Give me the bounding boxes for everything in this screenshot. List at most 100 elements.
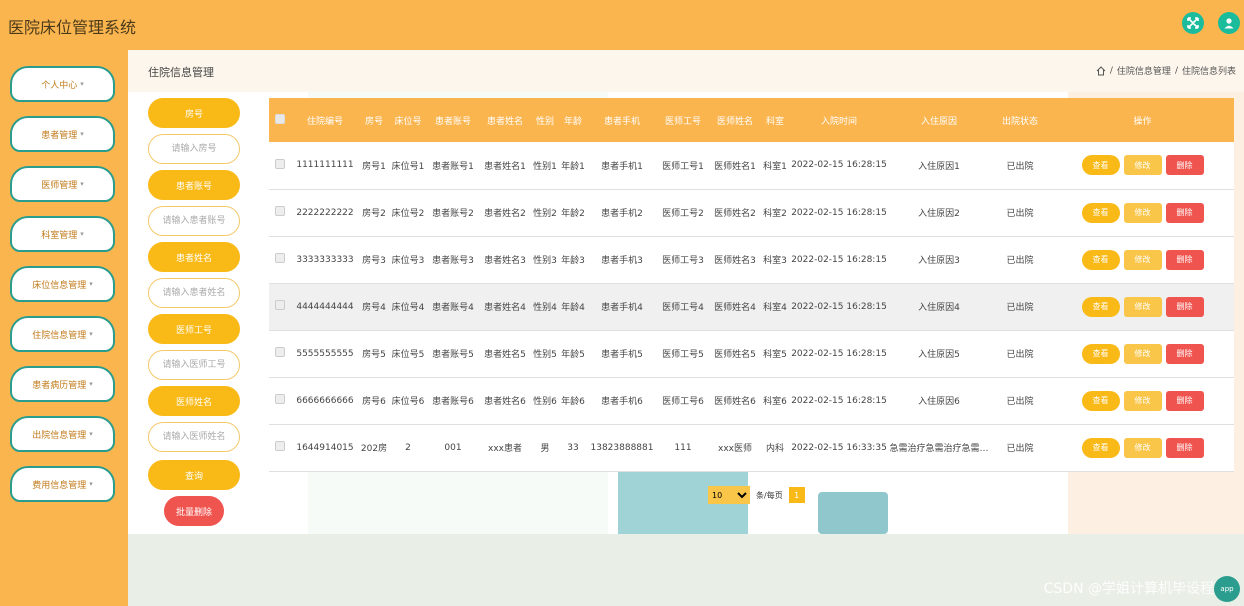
- table-cell: 患者姓名2: [484, 209, 526, 219]
- home-icon[interactable]: [1096, 65, 1106, 76]
- sidebar-item-departments[interactable]: 科室管理 ▾: [10, 216, 115, 252]
- table-cell: 医师工号3: [662, 256, 704, 266]
- view-button[interactable]: 查看: [1081, 249, 1120, 270]
- edit-button[interactable]: 修改: [1123, 249, 1162, 270]
- row-checkbox[interactable]: [275, 253, 285, 263]
- edit-button[interactable]: 修改: [1123, 155, 1162, 176]
- floating-app-button[interactable]: app: [1214, 576, 1240, 602]
- patient-name-input[interactable]: [148, 278, 240, 308]
- table-cell: 入住原因3: [918, 256, 960, 266]
- sidebar-item-discharges[interactable]: 出院信息管理 ▾: [10, 416, 115, 452]
- sidebar-item-patients[interactable]: 患者管理 ▾: [10, 116, 115, 152]
- delete-button[interactable]: 删除: [1165, 296, 1204, 317]
- column-header[interactable]: 性别: [531, 98, 559, 142]
- sidebar-item-beds[interactable]: 床位信息管理 ▾: [10, 266, 115, 302]
- column-header[interactable]: 年龄: [559, 98, 587, 142]
- delete-button[interactable]: 删除: [1165, 343, 1204, 364]
- delete-button[interactable]: 删除: [1165, 437, 1204, 458]
- sidebar-item-doctors[interactable]: 医师管理 ▾: [10, 166, 115, 202]
- column-header[interactable]: 患者手机: [587, 98, 657, 142]
- row-checkbox[interactable]: [275, 158, 285, 169]
- column-header[interactable]: 医师工号: [657, 98, 709, 142]
- row-select-cell[interactable]: [269, 377, 291, 424]
- row-checkbox[interactable]: [275, 206, 285, 216]
- table-cell: 3333333333: [296, 254, 354, 265]
- row-checkbox[interactable]: [275, 347, 285, 357]
- page-number-current[interactable]: 1: [788, 487, 805, 503]
- column-header[interactable]: 医师姓名: [709, 98, 761, 142]
- table-cell: 床位号5: [391, 350, 425, 360]
- delete-button[interactable]: 删除: [1165, 202, 1204, 223]
- column-header[interactable]: 患者姓名: [479, 98, 531, 142]
- table-cell: 床位号6: [391, 397, 425, 407]
- view-button[interactable]: 查看: [1081, 296, 1120, 317]
- sidebar-item-admissions[interactable]: 住院信息管理 ▾: [10, 316, 115, 352]
- query-button[interactable]: 查询: [148, 460, 240, 490]
- doctor-name-input[interactable]: [148, 422, 240, 452]
- row-select-cell[interactable]: [269, 142, 291, 189]
- user-icon[interactable]: [1218, 12, 1240, 34]
- select-all-header[interactable]: [269, 98, 291, 142]
- row-checkbox[interactable]: [275, 394, 285, 404]
- view-button[interactable]: 查看: [1081, 155, 1120, 176]
- delete-button[interactable]: 删除: [1165, 155, 1204, 176]
- view-button[interactable]: 查看: [1081, 390, 1120, 411]
- room-input[interactable]: [148, 134, 240, 164]
- table-row[interactable]: 5555555555 房号5 床位号5 患者账号5 患者姓名5 性别5 年龄5 患者手机5 医师…: [269, 330, 1234, 377]
- column-header[interactable]: 科室: [761, 98, 789, 142]
- page-size-select[interactable]: 10: [708, 486, 750, 504]
- column-header[interactable]: 房号: [359, 98, 389, 142]
- column-header[interactable]: 入住原因: [889, 98, 989, 142]
- table-cell: 内科: [765, 444, 784, 454]
- table-cell: 5555555555: [296, 348, 354, 359]
- edit-button[interactable]: 修改: [1123, 343, 1162, 364]
- caret-down-icon: ▾: [80, 130, 84, 138]
- table-cell: 202房: [360, 444, 388, 454]
- breadcrumb-item[interactable]: 住院信息管理: [1117, 64, 1171, 77]
- table-cell: 2022-02-15 16:28:15: [791, 301, 887, 312]
- sidebar-item-medical-records[interactable]: 患者病历管理 ▾: [10, 366, 115, 402]
- column-header[interactable]: 床位号: [389, 98, 427, 142]
- table-cell: 入住原因2: [918, 209, 960, 219]
- table-row[interactable]: 3333333333 房号3 床位号3 患者账号3 患者姓名3 性别3 年龄3 患者手机3 医师…: [269, 236, 1234, 283]
- column-header[interactable]: 入院时间: [789, 98, 889, 142]
- view-button[interactable]: 查看: [1081, 202, 1120, 223]
- table-row[interactable]: 6666666666 房号6 床位号6 患者账号6 患者姓名6 性别6 年龄6 患者手机6 医师…: [269, 377, 1234, 424]
- column-header[interactable]: 出院状态: [989, 98, 1051, 142]
- doctor-id-input[interactable]: [148, 350, 240, 380]
- table-row[interactable]: 4444444444 房号4 床位号4 患者账号4 患者姓名4 性别4 年龄4 患者手机4 医师…: [269, 283, 1234, 330]
- table-cell: 患者手机1: [601, 161, 643, 172]
- row-select-cell[interactable]: [269, 424, 291, 471]
- caret-down-icon: ▾: [89, 330, 93, 338]
- table-row[interactable]: 1644914015 202房 2 001 xxx患者 男 33 13823888881 111…: [269, 424, 1234, 471]
- view-button[interactable]: 查看: [1081, 437, 1120, 458]
- batch-delete-button[interactable]: 批量删除: [164, 496, 224, 526]
- row-actions: 查看 修改 删除: [1051, 236, 1234, 283]
- row-select-cell[interactable]: [269, 283, 291, 330]
- fullscreen-icon[interactable]: [1182, 12, 1204, 34]
- edit-button[interactable]: 修改: [1123, 437, 1162, 458]
- column-header[interactable]: 患者账号: [427, 98, 479, 142]
- table-row[interactable]: 1111111111 房号1 床位号1 患者账号1 患者姓名1 性别1 年龄1 患者手机1 医师…: [269, 142, 1234, 189]
- edit-button[interactable]: 修改: [1123, 202, 1162, 223]
- row-select-cell[interactable]: [269, 330, 291, 377]
- patient-account-input[interactable]: [148, 206, 240, 236]
- table-cell: 患者账号1: [432, 161, 474, 172]
- edit-button[interactable]: 修改: [1123, 296, 1162, 317]
- sidebar-item-personal-center[interactable]: 个人中心 ▾: [10, 66, 115, 102]
- row-select-cell[interactable]: [269, 189, 291, 236]
- view-button[interactable]: 查看: [1081, 343, 1120, 364]
- table-row[interactable]: 2222222222 房号2 床位号2 患者账号2 患者姓名2 性别2 年龄2 患者手机2 医师…: [269, 189, 1234, 236]
- row-checkbox[interactable]: [275, 300, 285, 310]
- data-table: 住院编号 房号 床位号 患者账号 患者姓名 性别 年龄 患者手机 医师工号 医师…: [269, 98, 1234, 472]
- delete-button[interactable]: 删除: [1165, 390, 1204, 411]
- sidebar-item-fees[interactable]: 费用信息管理 ▾: [10, 466, 115, 502]
- column-header[interactable]: 住院编号: [291, 98, 359, 142]
- table-cell: 科室1: [763, 161, 787, 172]
- row-select-cell[interactable]: [269, 236, 291, 283]
- edit-button[interactable]: 修改: [1123, 390, 1162, 411]
- row-checkbox[interactable]: [275, 441, 285, 451]
- delete-button[interactable]: 删除: [1165, 249, 1204, 270]
- select-all-checkbox[interactable]: [275, 113, 285, 124]
- table-cell: 患者姓名3: [484, 256, 526, 266]
